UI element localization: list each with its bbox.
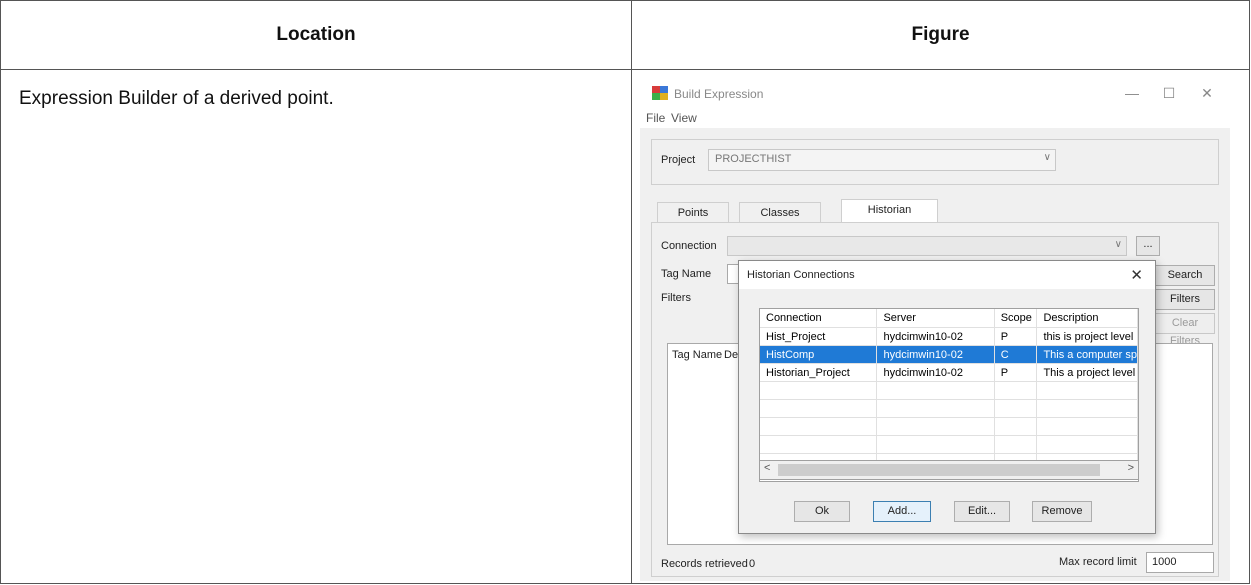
tab-points[interactable]: Points: [657, 202, 729, 223]
menu-view[interactable]: View: [671, 111, 697, 125]
table-row-empty: [760, 399, 1138, 418]
max-record-limit-input[interactable]: 1000: [1146, 552, 1214, 573]
location-cell: [0, 69, 632, 584]
table-row[interactable]: Historian_Project hydcimwin10-02 P This …: [760, 363, 1138, 382]
maximize-button[interactable]: ☐: [1155, 84, 1183, 102]
cell-connection: Hist_Project: [760, 327, 878, 346]
location-text: Expression Builder of a derived point.: [19, 88, 334, 109]
table-row-empty: [760, 417, 1138, 436]
cell-scope: P: [994, 327, 1038, 346]
horizontal-scrollbar[interactable]: < >: [759, 460, 1139, 480]
close-icon[interactable]: ✕: [1130, 266, 1143, 284]
scroll-left-icon[interactable]: <: [764, 462, 770, 474]
table-row-empty: [760, 435, 1138, 454]
menubar: File View: [640, 108, 1230, 128]
browse-connections-button[interactable]: ...: [1136, 236, 1160, 256]
connection-combo[interactable]: ∨: [727, 236, 1127, 256]
project-combo[interactable]: PROJECTHIST ∨: [708, 149, 1056, 171]
project-group: Project PROJECTHIST ∨: [651, 139, 1219, 185]
historian-connections-dialog: Historian Connections ✕ Connection Serve…: [738, 260, 1156, 534]
cell-server: hydcimwin10-02: [876, 345, 995, 364]
figure-header: Figure: [631, 0, 1250, 70]
column-server[interactable]: Server: [876, 309, 995, 328]
max-record-limit-label: Max record limit: [1059, 556, 1137, 568]
table-row[interactable]: Hist_Project hydcimwin10-02 P this is pr…: [760, 327, 1138, 346]
search-button[interactable]: Search: [1155, 265, 1215, 286]
add-button[interactable]: Add...: [873, 501, 931, 522]
cell-connection: HistComp: [760, 345, 878, 364]
chevron-down-icon: ∨: [1043, 152, 1051, 163]
connection-label: Connection: [661, 240, 717, 252]
column-scope[interactable]: Scope: [994, 309, 1038, 328]
filters-button[interactable]: Filters: [1155, 289, 1215, 310]
minimize-button[interactable]: —: [1118, 84, 1146, 102]
cell-description: This a computer sp: [1036, 345, 1138, 364]
table-row-empty: [760, 381, 1138, 400]
close-window-button[interactable]: ✕: [1193, 84, 1221, 102]
edit-button[interactable]: Edit...: [954, 501, 1010, 522]
remove-button[interactable]: Remove: [1032, 501, 1092, 522]
chevron-down-icon: ∨: [1114, 239, 1122, 250]
tab-historian[interactable]: Historian: [841, 199, 938, 224]
dialog-titlebar: Historian Connections ✕: [739, 261, 1155, 289]
tag-name-column-header[interactable]: Tag Name: [672, 349, 722, 361]
dialog-title: Historian Connections: [747, 269, 855, 281]
scroll-right-icon[interactable]: >: [1128, 462, 1134, 474]
tab-classes[interactable]: Classes: [739, 202, 821, 223]
cell-server: hydcimwin10-02: [876, 363, 995, 382]
column-description[interactable]: Description: [1036, 309, 1138, 328]
filters-label: Filters: [661, 292, 691, 304]
table-row-selected[interactable]: HistComp hydcimwin10-02 C This a compute…: [760, 345, 1138, 364]
records-retrieved-value: 0: [749, 558, 756, 570]
app-icon: [652, 86, 668, 100]
max-record-limit-value: 1000: [1152, 556, 1177, 568]
records-retrieved-label: Records retrieved: [661, 558, 748, 570]
cell-scope: C: [994, 345, 1038, 364]
ok-button[interactable]: Ok: [794, 501, 850, 522]
cell-connection: Historian_Project: [760, 363, 878, 382]
project-label: Project: [661, 154, 696, 166]
cell-server: hydcimwin10-02: [876, 327, 995, 346]
menu-file[interactable]: File: [646, 111, 665, 125]
scroll-thumb[interactable]: [778, 464, 1100, 476]
column-connection[interactable]: Connection: [760, 309, 878, 328]
window-title: Build Expression: [674, 87, 764, 101]
cell-description: this is project level: [1036, 327, 1138, 346]
project-value: PROJECTHIST: [715, 153, 792, 165]
window-titlebar: Build Expression — ☐ ✕: [640, 78, 1230, 108]
tag-name-label: Tag Name: [661, 268, 712, 280]
cell-description: This a project level: [1036, 363, 1138, 382]
clear-filters-button[interactable]: Clear Filters: [1155, 313, 1215, 347]
connections-grid[interactable]: Connection Server Scope Description Hist…: [759, 308, 1139, 482]
cell-scope: P: [994, 363, 1038, 382]
location-header: Location: [0, 0, 632, 70]
